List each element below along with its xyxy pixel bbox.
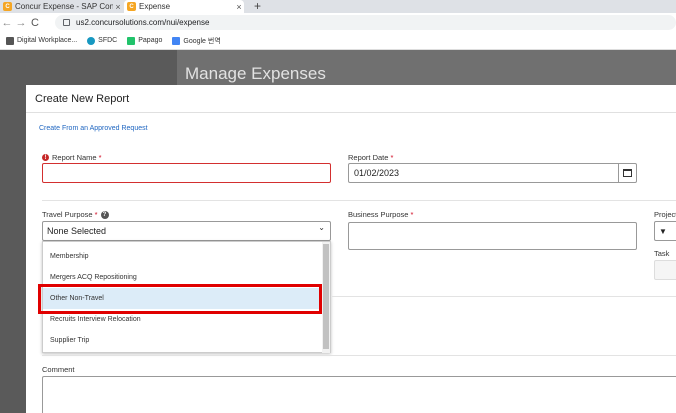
- business-purpose-label: Business Purpose *: [348, 210, 413, 219]
- project-select[interactable]: ▼ ⌄: [654, 221, 676, 241]
- red-highlight-box: [38, 284, 322, 314]
- scrollbar-thumb[interactable]: [323, 244, 329, 349]
- bookmark-sfdc[interactable]: SFDC: [87, 36, 118, 45]
- create-from-approved-request-link[interactable]: Create From an Approved Request: [39, 125, 148, 132]
- error-icon: !: [42, 154, 49, 161]
- required-mark: *: [390, 153, 394, 162]
- dropdown-option-membership[interactable]: Membership: [43, 246, 323, 267]
- browser-tab-expense[interactable]: C Expense ×: [124, 0, 244, 13]
- concur-favicon-icon: C: [3, 2, 12, 11]
- required-mark: *: [410, 210, 414, 219]
- report-date-value: 01/02/2023: [354, 168, 400, 178]
- url-text: us2.concursolutions.com/nui/expense: [76, 18, 210, 27]
- lock-icon: [63, 19, 70, 26]
- page-title: Manage Expenses: [185, 64, 326, 83]
- report-date-label-text: Report Date: [348, 153, 389, 162]
- browser-tab-bar: C Concur Expense - SAP Concur × C Expens…: [0, 0, 676, 13]
- filter-icon: ▼: [659, 226, 667, 236]
- report-name-label-text: Report Name: [52, 153, 97, 162]
- dropdown-option-supplier-trip[interactable]: Supplier Trip: [43, 330, 323, 351]
- comment-textarea[interactable]: [42, 376, 676, 413]
- bookmark-label: Google 번역: [183, 37, 221, 45]
- bookmark-label: Papago: [138, 37, 163, 44]
- task-label: Task: [654, 249, 669, 258]
- forward-icon[interactable]: →: [14, 17, 28, 29]
- comment-label: Comment: [42, 365, 75, 374]
- address-bar-row: ← → C us2.concursolutions.com/nui/expens…: [0, 13, 676, 32]
- modal-header: Create New Report: [26, 85, 676, 113]
- business-purpose-label-text: Business Purpose: [348, 210, 409, 219]
- task-label-text: Task: [654, 249, 670, 258]
- tab-title: Concur Expense - SAP Concur: [15, 2, 113, 11]
- back-icon[interactable]: ←: [0, 17, 14, 29]
- travel-purpose-label: Travel Purpose * ?: [42, 210, 109, 219]
- bookmarks-bar: Digital Workplace... SFDC Papago Google …: [0, 32, 676, 50]
- section-divider: [42, 355, 676, 356]
- travel-purpose-select[interactable]: None Selected ⌄: [42, 221, 331, 241]
- papago-icon: [127, 36, 136, 45]
- business-purpose-textarea[interactable]: [348, 222, 637, 250]
- dropdown-scrollbar[interactable]: [322, 242, 330, 353]
- new-tab-button[interactable]: +: [254, 0, 261, 13]
- bookmark-label: SFDC: [98, 37, 118, 44]
- section-divider: [332, 296, 676, 297]
- help-icon[interactable]: ?: [100, 210, 109, 219]
- report-date-input[interactable]: 01/02/2023: [348, 163, 637, 183]
- close-tab-icon[interactable]: ×: [234, 2, 244, 12]
- close-tab-icon[interactable]: ×: [113, 2, 123, 12]
- concur-favicon-icon: C: [127, 2, 136, 11]
- bookmark-google-translate[interactable]: Google 번역: [172, 36, 221, 46]
- modal-title: Create New Report: [35, 92, 130, 105]
- section-divider: [42, 200, 676, 201]
- apps-grid-icon: [6, 36, 14, 45]
- report-date-label: Report Date *: [348, 153, 393, 162]
- url-bar[interactable]: us2.concursolutions.com/nui/expense: [55, 15, 676, 30]
- bookmark-papago[interactable]: Papago: [127, 36, 163, 45]
- translate-icon: [172, 36, 181, 45]
- bookmark-digital-workplace[interactable]: Digital Workplace...: [6, 36, 78, 45]
- reload-icon[interactable]: C: [28, 17, 42, 29]
- travel-purpose-selected: None Selected: [47, 226, 107, 236]
- project-label: Project: [654, 210, 676, 219]
- task-input[interactable]: [654, 260, 676, 280]
- calendar-icon: [623, 169, 632, 177]
- browser-tab-concur[interactable]: C Concur Expense - SAP Concur ×: [0, 0, 123, 13]
- report-name-input[interactable]: [42, 163, 331, 183]
- report-name-label: ! Report Name *: [42, 153, 102, 162]
- required-mark: *: [94, 210, 98, 219]
- calendar-button[interactable]: [618, 164, 636, 182]
- project-label-text: Project: [654, 210, 676, 219]
- travel-purpose-label-text: Travel Purpose: [42, 210, 93, 219]
- bookmark-label: Digital Workplace...: [17, 37, 78, 44]
- cloud-icon: [87, 36, 96, 45]
- comment-label-text: Comment: [42, 365, 75, 374]
- tab-title: Expense: [139, 2, 171, 11]
- chevron-down-icon: ⌄: [318, 223, 325, 232]
- required-mark: *: [98, 153, 102, 162]
- create-report-modal: Create New Report Create From an Approve…: [26, 85, 676, 413]
